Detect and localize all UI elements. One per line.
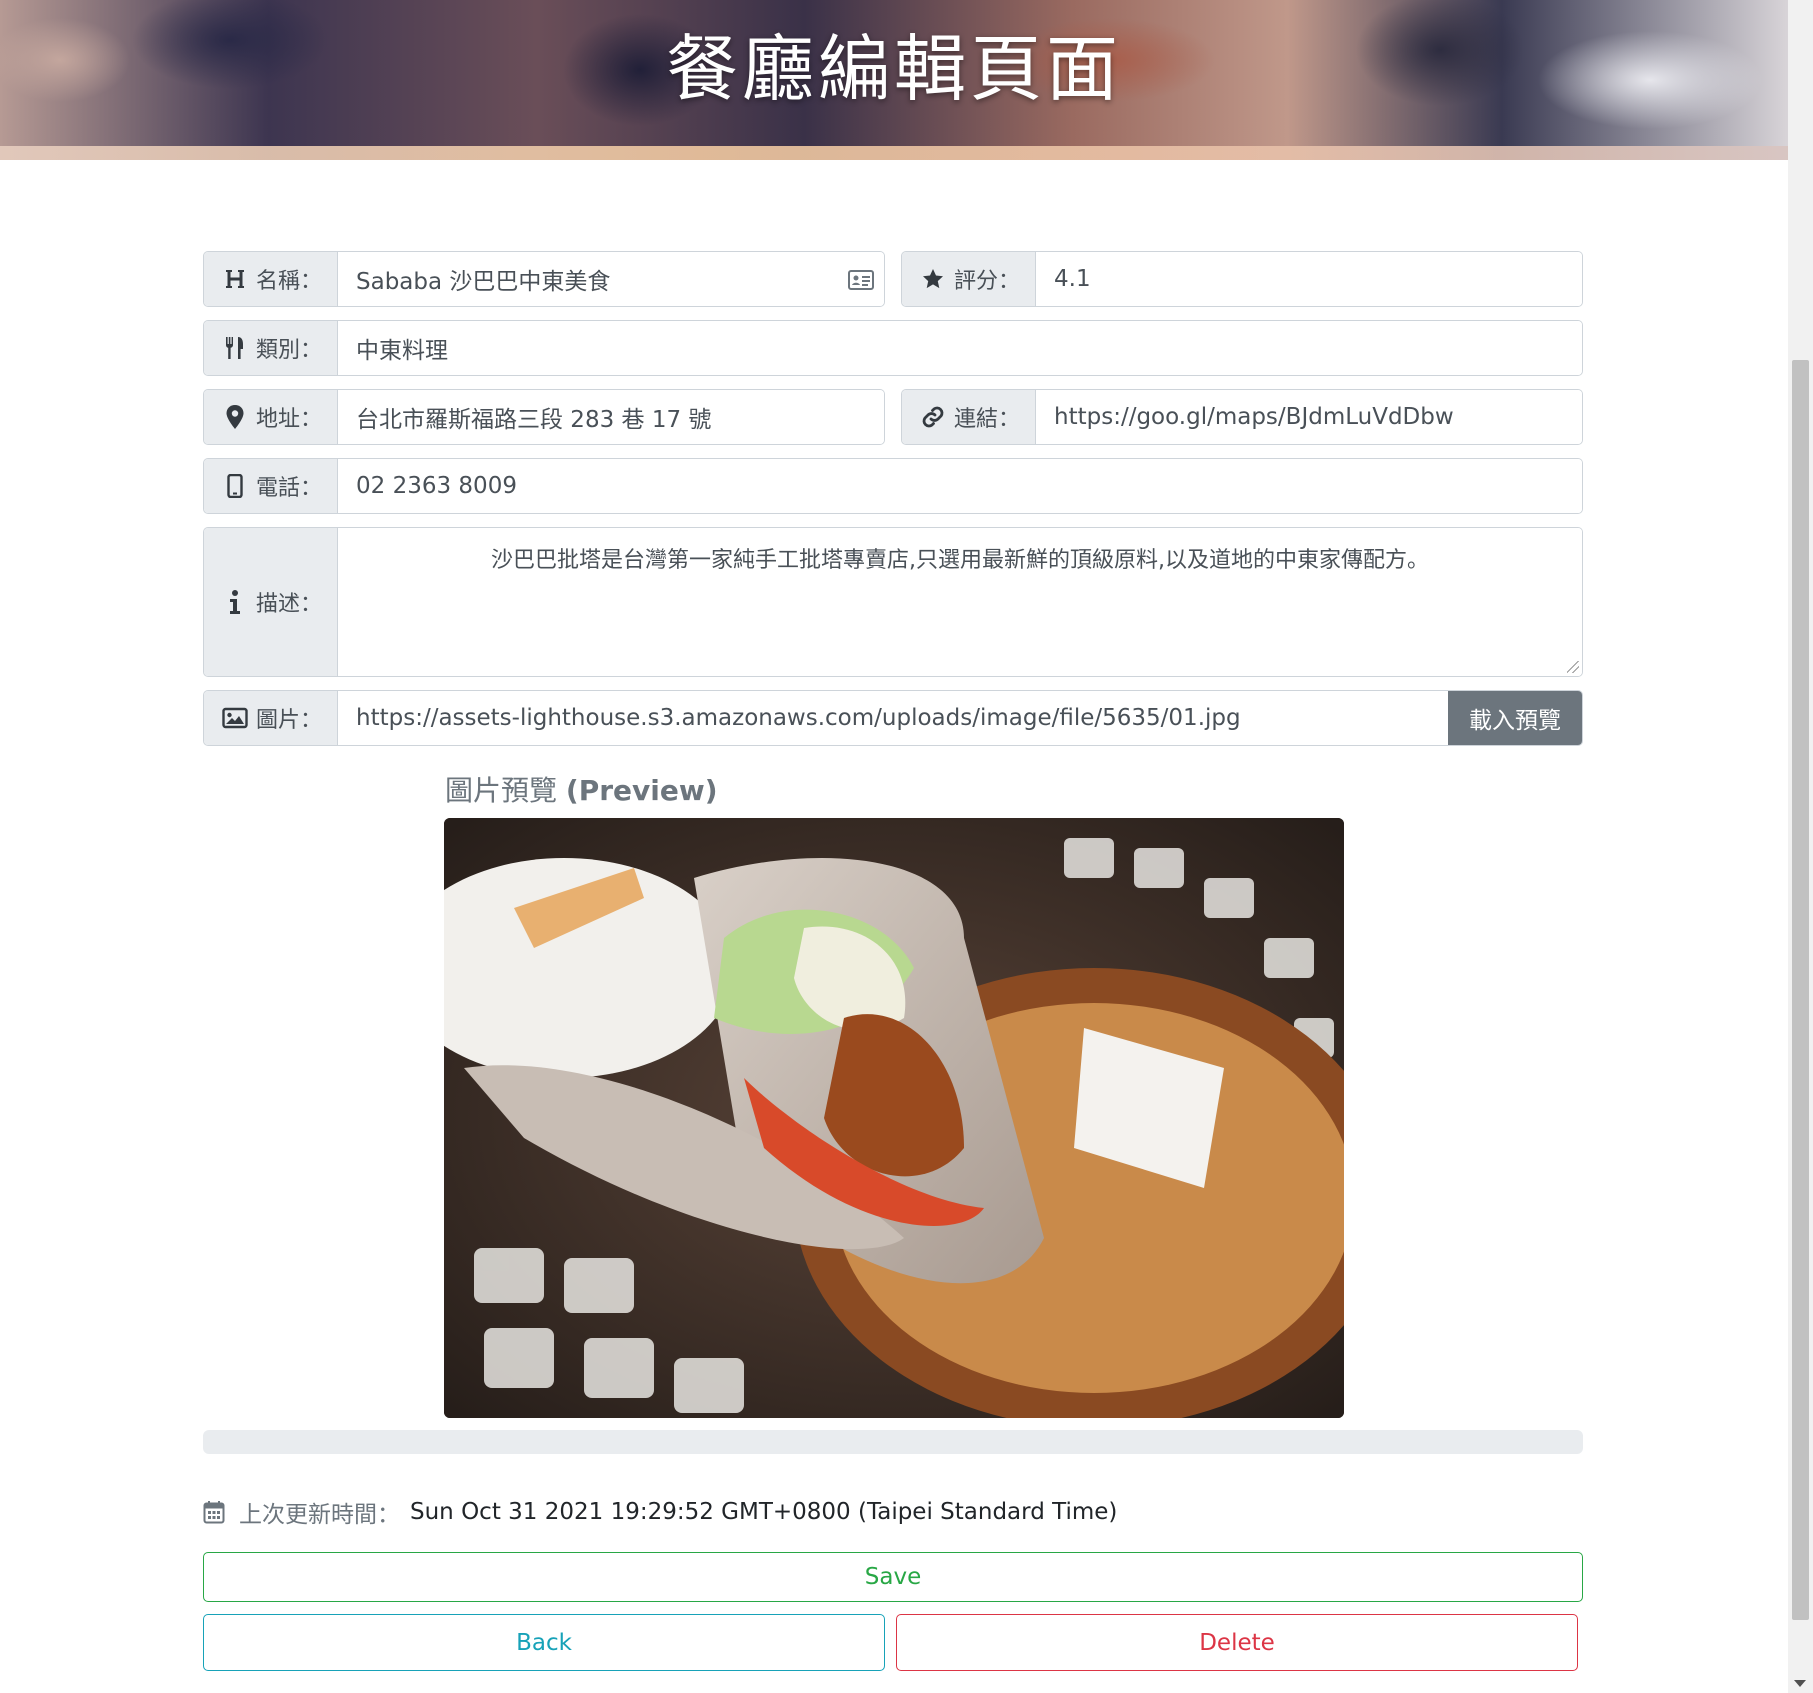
last-updated-label: 上次更新時間： — [239, 1502, 400, 1528]
calendar-icon — [203, 1500, 225, 1524]
link-input[interactable] — [1054, 404, 1564, 430]
page-title: 餐廳編輯頁面 — [665, 27, 1122, 111]
name-field[interactable] — [338, 252, 884, 306]
save-button[interactable]: Save — [203, 1552, 1583, 1602]
description-text: 沙巴巴批塔是台灣第一家純手工批塔專賣店,只選用最新鮮的頂級原料,以及道地的中東家… — [491, 548, 1429, 573]
progress-bar — [203, 1430, 1583, 1454]
resize-handle[interactable] — [1567, 661, 1579, 673]
last-updated: 上次更新時間： Sun Oct 31 2021 19:29:52 GMT+080… — [203, 1495, 1117, 1529]
load-preview-button[interactable]: 載入預覽 — [1448, 691, 1582, 745]
rating-input[interactable] — [1054, 266, 1564, 292]
link-field[interactable] — [1036, 390, 1582, 444]
page: 餐廳編輯頁面 名稱： 評分： — [0, 0, 1788, 1693]
phone-label: 電話： — [204, 459, 338, 513]
phone-field[interactable] — [338, 459, 1582, 513]
address-field[interactable] — [338, 390, 884, 444]
last-updated-value: Sun Oct 31 2021 19:29:52 GMT+0800 (Taipe… — [410, 1499, 1118, 1525]
image-url-field[interactable] — [338, 691, 1448, 745]
description-label: 描述： — [204, 528, 338, 676]
rating-field[interactable] — [1036, 252, 1582, 306]
category-input-group: 類別： — [203, 320, 1583, 376]
image-icon — [222, 705, 248, 731]
delete-button[interactable]: Delete — [896, 1614, 1578, 1671]
category-label: 類別： — [204, 321, 338, 375]
scroll-down-arrow-icon[interactable] — [1794, 1680, 1806, 1687]
name-input[interactable] — [356, 266, 866, 292]
category-field[interactable] — [338, 321, 1582, 375]
vertical-scrollbar[interactable] — [1788, 0, 1813, 1693]
rating-label: 評分： — [902, 252, 1036, 306]
phone-input-group: 電話： — [203, 458, 1583, 514]
map-marker-icon — [222, 404, 248, 430]
link-input-group: 連結： — [901, 389, 1583, 445]
category-input[interactable] — [356, 335, 1564, 361]
heading-icon — [222, 266, 248, 292]
description-textarea[interactable]: 沙巴巴批塔是台灣第一家純手工批塔專賣店,只選用最新鮮的頂級原料,以及道地的中東家… — [338, 528, 1582, 676]
description-input-group: 描述： 沙巴巴批塔是台灣第一家純手工批塔專賣店,只選用最新鮮的頂級原料,以及道地… — [203, 527, 1583, 677]
link-icon — [920, 404, 946, 430]
image-label: 圖片： — [204, 691, 338, 745]
scrollbar-thumb[interactable] — [1792, 360, 1809, 1620]
rating-input-group: 評分： — [901, 251, 1583, 307]
header-banner: 餐廳編輯頁面 — [0, 0, 1788, 160]
image-url-input[interactable] — [356, 705, 1430, 731]
phone-input[interactable] — [356, 473, 1564, 499]
address-label: 地址： — [204, 390, 338, 444]
preview-image — [444, 818, 1344, 1418]
name-label: 名稱： — [204, 252, 338, 306]
address-input-group: 地址： — [203, 389, 885, 445]
utensils-icon — [222, 335, 248, 361]
mobile-phone-icon — [222, 473, 248, 499]
id-card-icon — [848, 269, 874, 297]
address-input[interactable] — [356, 404, 866, 430]
info-icon — [222, 589, 248, 615]
back-button[interactable]: Back — [203, 1614, 885, 1671]
preview-title: 圖片預覽 (Preview) — [445, 774, 718, 807]
star-icon — [920, 266, 946, 292]
name-input-group: 名稱： — [203, 251, 885, 307]
link-label: 連結： — [902, 390, 1036, 444]
image-input-group: 圖片： 載入預覽 — [203, 690, 1583, 746]
